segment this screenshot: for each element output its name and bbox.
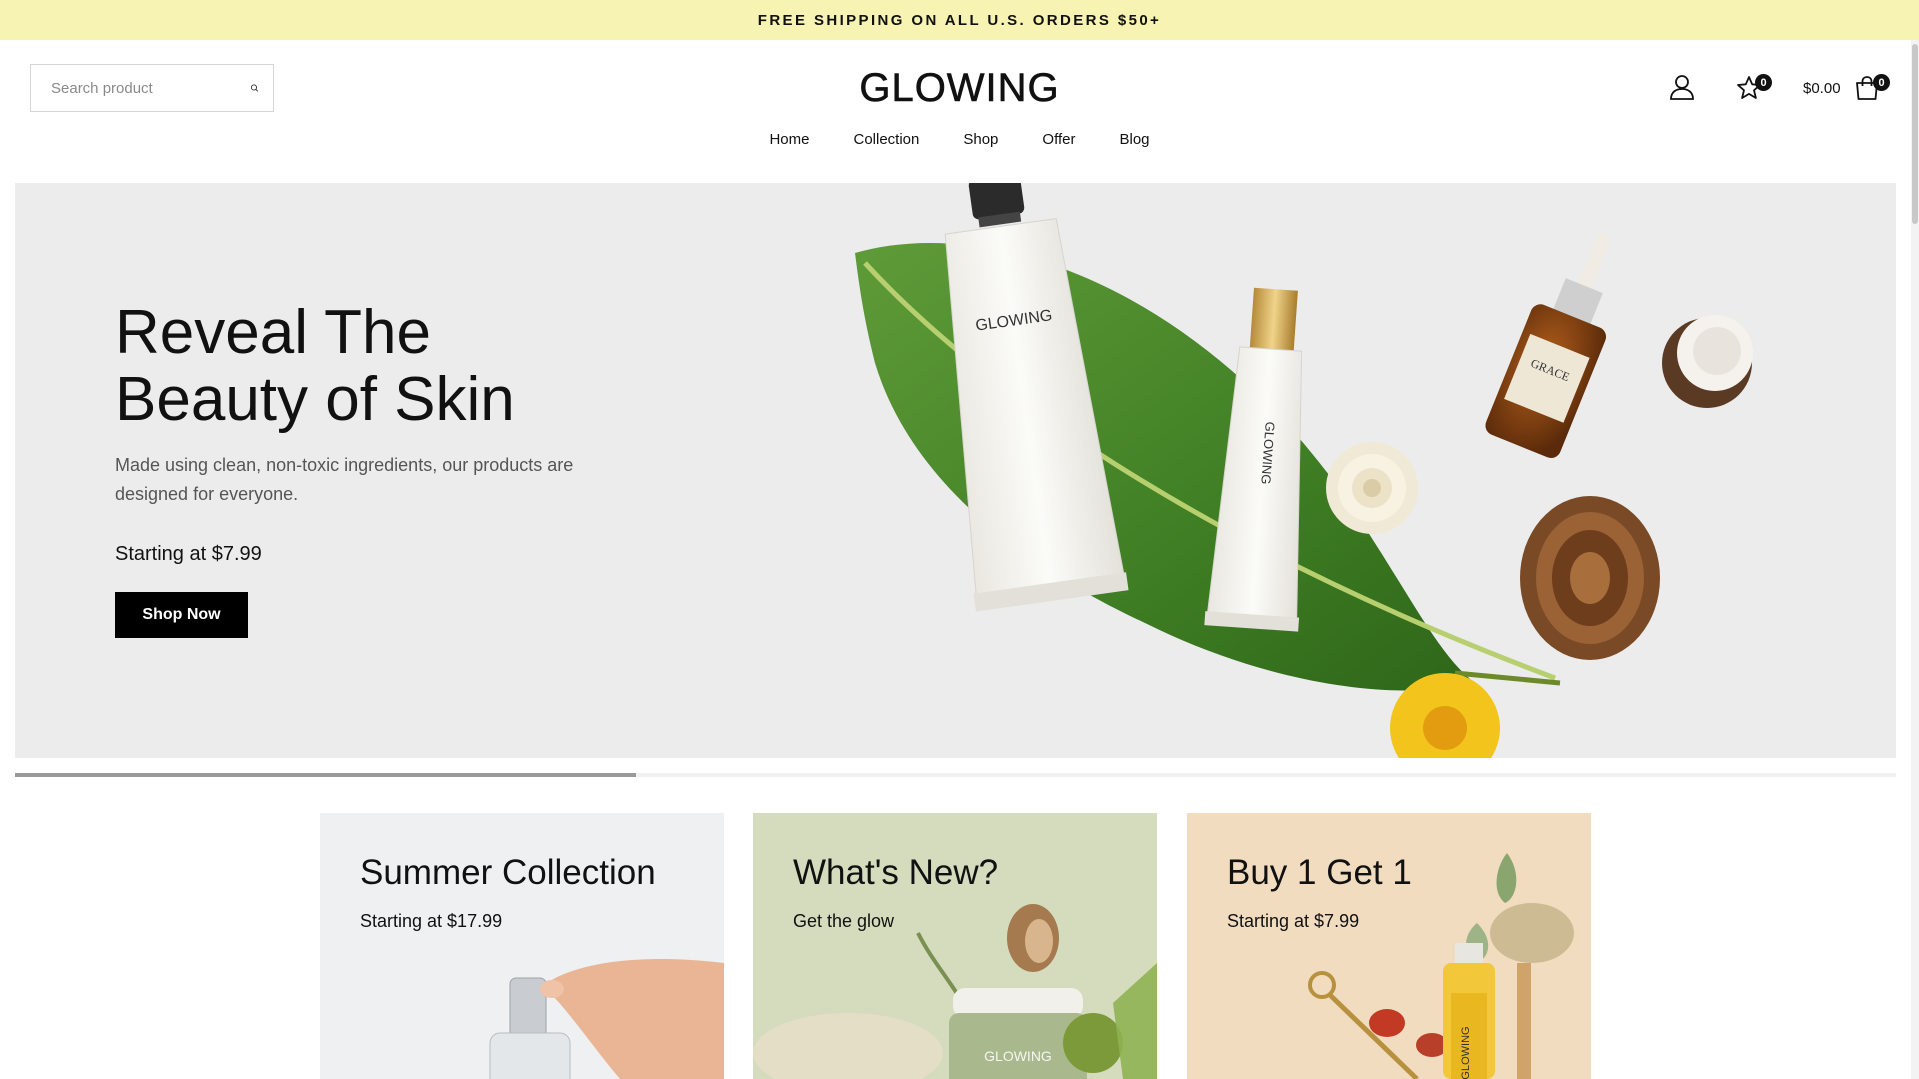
page-scrollbar[interactable] bbox=[1911, 40, 1919, 1079]
site-logo[interactable]: GLOWING bbox=[0, 66, 1919, 111]
white-flower bbox=[1326, 442, 1418, 534]
card-title: Buy 1 Get 1 bbox=[1227, 853, 1412, 892]
card-title: Summer Collection bbox=[360, 853, 656, 892]
card-subtitle: Starting at $7.99 bbox=[1227, 911, 1360, 931]
hero-title-line-2: Beauty of Skin bbox=[115, 365, 515, 434]
promo-card-buy-1-get-1[interactable]: GLOWING Buy 1 Get 1 Starting at $7.99 bbox=[1187, 813, 1591, 1079]
user-icon[interactable] bbox=[1668, 73, 1696, 101]
main-nav: Home Collection Shop Offer Blog bbox=[0, 131, 1919, 148]
card-jar-label: GLOWING bbox=[984, 1048, 1052, 1064]
nav-offer[interactable]: Offer bbox=[1020, 131, 1097, 148]
pine-cone bbox=[1520, 496, 1660, 660]
card-title: What's New? bbox=[793, 853, 999, 892]
card-bottle-label: GLOWING bbox=[1460, 1026, 1472, 1079]
announcement-bar: FREE SHIPPING ON ALL U.S. ORDERS $50+ bbox=[0, 0, 1919, 40]
scrollbar-thumb[interactable] bbox=[1912, 44, 1918, 224]
promo-card-summer-collection[interactable]: Summer Collection Starting at $17.99 bbox=[320, 813, 724, 1079]
nav-shop[interactable]: Shop bbox=[941, 131, 1020, 148]
cream-jar bbox=[1662, 315, 1753, 408]
cart-count-badge: 0 bbox=[1873, 74, 1890, 91]
slider-progress-fill bbox=[15, 773, 636, 777]
announcement-text: FREE SHIPPING ON ALL U.S. ORDERS $50+ bbox=[757, 11, 1162, 29]
hero-subtitle: Made using clean, non-toxic ingredients,… bbox=[115, 455, 574, 504]
hero-slide: GLOWING GLOWING GRACE Reveal The Beauty … bbox=[15, 183, 1896, 758]
shop-now-button[interactable]: Shop Now bbox=[115, 592, 248, 638]
card-subtitle: Get the glow bbox=[793, 911, 895, 931]
cart-total[interactable]: $0.00 bbox=[1803, 80, 1841, 97]
promo-card-whats-new[interactable]: GLOWING What's New? Get the glow bbox=[753, 813, 1157, 1079]
wishlist-count-badge: 0 bbox=[1755, 74, 1772, 91]
nav-collection[interactable]: Collection bbox=[831, 131, 941, 148]
nav-blog[interactable]: Blog bbox=[1097, 131, 1171, 148]
slider-progress-track bbox=[15, 773, 1896, 777]
hero-title-line-1: Reveal The bbox=[115, 298, 431, 367]
hero-price: Starting at $7.99 bbox=[115, 543, 262, 565]
card-subtitle: Starting at $17.99 bbox=[360, 911, 503, 931]
nav-home[interactable]: Home bbox=[747, 131, 831, 148]
hero-title: Reveal The Beauty of Skin bbox=[115, 299, 635, 433]
